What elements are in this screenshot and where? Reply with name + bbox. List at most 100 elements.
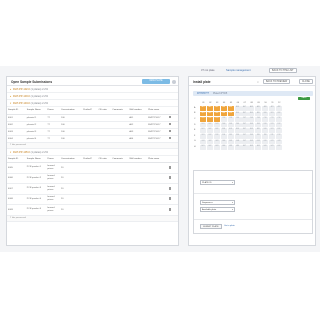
- plate-well[interactable]: F07: [241, 134, 248, 139]
- plate-well[interactable]: G02: [206, 139, 214, 145]
- plate-well[interactable]: A05: [227, 106, 234, 111]
- plate-well[interactable]: C05: [227, 117, 234, 122]
- plate-well[interactable]: D04: [220, 122, 227, 128]
- table-row[interactable]: 4001 plasmid 1 T7 100 A01 RHTPP1017: [7, 114, 178, 122]
- plate-well[interactable]: E02: [206, 128, 214, 133]
- plate-well[interactable]: H01: [200, 145, 207, 150]
- plate-well[interactable]: B08: [248, 111, 255, 117]
- plate-well[interactable]: G12: [275, 139, 283, 145]
- plate-well[interactable]: E12: [275, 128, 283, 133]
- plate-well[interactable]: A11: [269, 106, 276, 111]
- plate-well[interactable]: D02: [206, 122, 214, 128]
- plate-well[interactable]: G05: [227, 139, 234, 145]
- plate-well[interactable]: G08: [248, 139, 255, 145]
- row-checkbox[interactable]: [168, 176, 172, 180]
- plate-well[interactable]: F09: [255, 134, 262, 139]
- plate-well[interactable]: C09: [255, 117, 262, 122]
- plate-well[interactable]: E03: [213, 128, 220, 133]
- row-checkbox[interactable]: [168, 115, 172, 119]
- plate-well[interactable]: H05: [227, 145, 234, 150]
- table-row[interactable]: 4004 plasmid 4 T7 100 A04 RHTPP1017: [7, 135, 178, 143]
- plate-well[interactable]: A06: [234, 106, 241, 111]
- plate-well[interactable]: B07: [241, 111, 248, 117]
- row-checkbox[interactable]: [168, 122, 172, 126]
- table-row[interactable]: 4003 plasmid 3 T7 100 A03 RHTPP1017: [7, 128, 178, 136]
- table-row[interactable]: 4009 PCR product 5 forward primer 20: [7, 204, 178, 216]
- plate-well[interactable]: G10: [262, 139, 269, 145]
- plate-well[interactable]: F10: [262, 134, 269, 139]
- plate-well[interactable]: B02: [206, 111, 214, 117]
- plate-well[interactable]: E05: [227, 128, 234, 133]
- plate-well[interactable]: D07: [241, 122, 248, 128]
- plate-well[interactable]: G01: [200, 139, 207, 145]
- plate-well[interactable]: E09: [255, 128, 262, 133]
- plate-well[interactable]: B11: [269, 111, 276, 117]
- plate-well[interactable]: G09: [255, 139, 262, 145]
- back-to-preview-button[interactable]: BACK TO PREVIEW: [263, 79, 291, 84]
- plate-well[interactable]: C11: [269, 117, 276, 122]
- plate-well[interactable]: D05: [227, 122, 234, 128]
- plate-well[interactable]: G06: [234, 139, 241, 145]
- plate-well[interactable]: A03: [213, 106, 220, 111]
- back-to-list-button[interactable]: BACK TO THE LIST: [269, 68, 297, 73]
- plate-well[interactable]: G03: [213, 139, 220, 145]
- plate-well[interactable]: B04: [220, 111, 227, 117]
- plate-well[interactable]: E11: [269, 128, 276, 133]
- plate-well[interactable]: C02: [206, 117, 214, 122]
- plate-well[interactable]: H08: [248, 145, 255, 150]
- plate-well[interactable]: B03: [213, 111, 220, 117]
- close-icon[interactable]: ×: [257, 80, 259, 84]
- submission-group[interactable]: ▸ RHT-PP-103.0 (1 plates) 2.2%: [7, 93, 178, 100]
- plate-well[interactable]: E01: [200, 128, 207, 133]
- settings-icon[interactable]: [172, 79, 176, 84]
- plate-well[interactable]: D10: [262, 122, 269, 128]
- available-plate-field[interactable]: Available plate ▾: [200, 207, 235, 212]
- table-row[interactable]: 4005 PCR product 1 forward primer 20: [7, 162, 178, 174]
- plate-well[interactable]: E10: [262, 128, 269, 133]
- row-checkbox[interactable]: [168, 129, 172, 133]
- plate-well[interactable]: F05: [227, 134, 234, 139]
- plate-well[interactable]: B05: [227, 111, 234, 117]
- plate-well[interactable]: F08: [248, 134, 255, 139]
- sequencer-field[interactable]: Sequencer ▾: [200, 200, 235, 205]
- plate-well[interactable]: A10: [262, 106, 269, 111]
- plate-well[interactable]: A02: [206, 106, 214, 111]
- plate-well[interactable]: H03: [213, 145, 220, 150]
- row-checkbox[interactable]: [168, 186, 172, 190]
- plate-well[interactable]: B09: [255, 111, 262, 117]
- plate-well[interactable]: C10: [262, 117, 269, 122]
- plate-well[interactable]: B10: [262, 111, 269, 117]
- plate-well[interactable]: G11: [269, 139, 276, 145]
- plate-well[interactable]: G07: [241, 139, 248, 145]
- plate-well[interactable]: C07: [241, 117, 248, 122]
- plate-well[interactable]: D12: [275, 122, 283, 128]
- plate-well[interactable]: H04: [220, 145, 227, 150]
- plate-well[interactable]: F02: [206, 134, 214, 139]
- plate-well[interactable]: B06: [234, 111, 241, 117]
- plate-well[interactable]: A04: [220, 106, 227, 111]
- plate-well[interactable]: D08: [248, 122, 255, 128]
- table-row[interactable]: 4002 plasmid 2 T7 100 A02 RHTPP1017: [7, 121, 178, 129]
- table-row[interactable]: 4008 PCR product 4 forward primer 20: [7, 194, 178, 205]
- plate-well[interactable]: H11: [269, 145, 276, 150]
- table-row[interactable]: 4007 PCR product 3 forward primer 20: [7, 183, 178, 195]
- plate-well[interactable]: F12: [275, 134, 283, 139]
- submission-group[interactable]: ▾ RHT-PP-104.0 (1 plates) 2.2%: [7, 100, 178, 107]
- plate-well[interactable]: A07: [241, 106, 248, 111]
- plate-well[interactable]: D01: [200, 122, 207, 128]
- plate-well[interactable]: H02: [206, 145, 214, 150]
- new-plate-button[interactable]: NEW PLATE: [142, 79, 170, 84]
- plate-well[interactable]: A01: [200, 106, 207, 111]
- plate-well[interactable]: F04: [220, 134, 227, 139]
- plate-well[interactable]: A09: [255, 106, 262, 111]
- plate-well[interactable]: A12: [275, 106, 283, 111]
- save-badge[interactable]: SAVE: [298, 96, 310, 100]
- plate-well[interactable]: D09: [255, 122, 262, 128]
- plate-count-link[interactable]: 37 not plate: [201, 69, 215, 72]
- plate-id-field[interactable]: PLATE ID ▾: [200, 180, 235, 185]
- plate-well[interactable]: E06: [234, 128, 241, 133]
- plate-well[interactable]: D03: [213, 122, 220, 128]
- close-button[interactable]: CLOSE: [299, 79, 313, 84]
- plate-well[interactable]: G04: [220, 139, 227, 145]
- sample-management-link[interactable]: Sample management: [226, 69, 251, 72]
